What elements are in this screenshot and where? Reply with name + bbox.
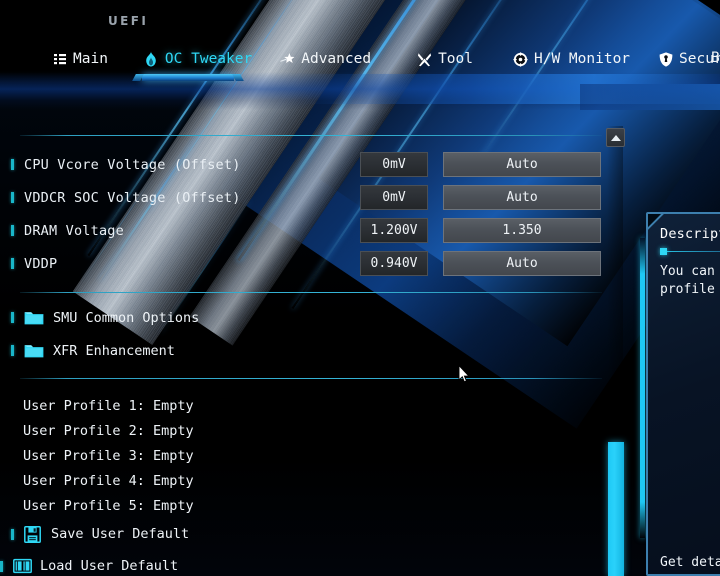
submenu-label: SMU Common Options	[53, 309, 200, 326]
user-profile-4[interactable]: User Profile 4: Empty	[23, 473, 194, 489]
description-line-2: profile fr	[660, 282, 720, 297]
setting-row-vddcr-soc[interactable]: VDDCR SOC Voltage (Offset) 0mV Auto	[0, 181, 620, 214]
nav-tab-hw-monitor-label: H/W Monitor	[534, 51, 631, 67]
row-bullet-icon	[11, 312, 14, 323]
nav-tab-oc-tweaker[interactable]: OC Tweaker	[144, 49, 252, 69]
mouse-cursor	[458, 364, 470, 384]
separator-middle	[20, 292, 602, 293]
row-bullet-icon	[11, 345, 14, 356]
user-profile-2[interactable]: User Profile 2: Empty	[23, 423, 194, 439]
description-divider	[660, 248, 720, 255]
book-icon	[13, 558, 32, 575]
nav-tab-tool[interactable]: Tool	[417, 49, 473, 69]
main-navbar: Main OC Tweaker Advanced Tool H/W Monito	[0, 44, 720, 74]
row-bullet-icon	[11, 192, 14, 203]
active-tab-underline	[142, 74, 234, 81]
setting-dropdown[interactable]: Auto	[443, 185, 601, 210]
nav-tab-main-label: Main	[73, 51, 108, 67]
tools-icon	[417, 52, 432, 67]
row-bullet-icon	[11, 528, 14, 540]
setting-current-value: 1.200V	[360, 218, 428, 243]
description-title: Description	[660, 226, 720, 242]
nav-tab-main[interactable]: Main	[52, 49, 108, 69]
floppy-disk-icon	[24, 525, 42, 543]
nav-tab-advanced-label: Advanced	[301, 51, 372, 67]
separator-bottom	[20, 378, 602, 379]
setting-current-value: 0mV	[360, 152, 428, 177]
setting-current-value: 0.940V	[360, 251, 428, 276]
setting-row-cpu-vcore[interactable]: CPU Vcore Voltage (Offset) 0mV Auto	[0, 148, 620, 181]
setting-current-value: 0mV	[360, 185, 428, 210]
row-bullet-icon	[11, 159, 14, 170]
setting-dropdown[interactable]: Auto	[443, 152, 601, 177]
load-user-default-label: Load User Default	[40, 558, 179, 574]
save-user-default-label: Save User Default	[51, 526, 190, 542]
description-footer: Get detail	[660, 555, 720, 570]
load-user-default-item[interactable]: Load User Default	[0, 551, 620, 576]
scrollbar-thumb[interactable]	[608, 442, 624, 576]
star-icon	[280, 52, 295, 67]
separator-top	[20, 135, 602, 136]
folder-icon	[24, 310, 44, 325]
setting-dropdown[interactable]: Auto	[443, 251, 601, 276]
setting-row-vddp[interactable]: VDDP 0.940V Auto	[0, 247, 620, 280]
user-profile-5[interactable]: User Profile 5: Empty	[23, 498, 194, 514]
uefi-bios-screen: UEFI Main OC Tweaker Advanced Tool H/W M…	[0, 0, 720, 576]
save-user-default-item[interactable]: Save User Default	[0, 519, 620, 549]
row-bullet-icon	[11, 225, 14, 236]
nav-tab-advanced[interactable]: Advanced	[280, 49, 371, 69]
row-bullet-icon	[11, 258, 14, 269]
setting-label: VDDCR SOC Voltage (Offset)	[24, 189, 241, 206]
setting-dropdown[interactable]: 1.350	[443, 218, 601, 243]
folder-icon	[24, 343, 44, 358]
list-icon	[52, 52, 67, 67]
nav-tab-overflow[interactable]: B	[711, 50, 720, 66]
shield-icon	[658, 51, 673, 67]
setting-label: CPU Vcore Voltage (Offset)	[24, 156, 241, 173]
nav-tab-oc-tweaker-label: OC Tweaker	[164, 51, 253, 67]
setting-label: DRAM Voltage	[24, 222, 124, 239]
setting-label: VDDP	[24, 255, 58, 272]
user-profile-3[interactable]: User Profile 3: Empty	[23, 448, 194, 464]
gauge-icon	[513, 51, 528, 67]
submenu-xfr-enhancement[interactable]: XFR Enhancement	[0, 334, 620, 367]
submenu-label: XFR Enhancement	[53, 342, 175, 359]
flame-icon	[144, 51, 159, 67]
uefi-logo: UEFI	[108, 14, 149, 28]
nav-tab-tool-label: Tool	[438, 51, 473, 67]
header-blue-block	[580, 84, 720, 110]
setting-row-dram-voltage[interactable]: DRAM Voltage 1.200V 1.350	[0, 214, 620, 247]
user-profile-1[interactable]: User Profile 1: Empty	[23, 398, 194, 414]
row-bullet-icon	[0, 560, 3, 572]
description-panel: Description You can lo profile fr Get de…	[646, 212, 720, 576]
nav-tab-hw-monitor[interactable]: H/W Monitor	[513, 49, 630, 69]
description-accent-bar	[640, 238, 645, 538]
description-line-1: You can lo	[660, 264, 720, 279]
submenu-smu-common-options[interactable]: SMU Common Options	[0, 301, 620, 334]
scroll-up-icon[interactable]	[606, 128, 625, 147]
